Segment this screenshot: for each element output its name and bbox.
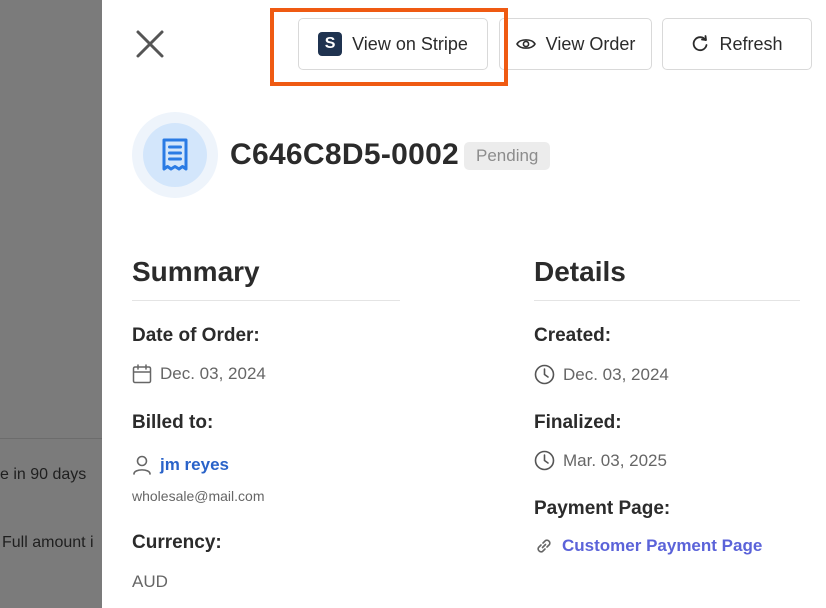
background-text-2: Full amount i (2, 534, 94, 551)
close-icon (136, 30, 164, 58)
payment-page-label: Payment Page: (534, 498, 671, 519)
calendar-icon (132, 364, 152, 384)
background-divider (0, 438, 102, 439)
user-icon (133, 455, 151, 475)
billed-to-email: wholesale@mail.com (132, 488, 265, 504)
customer-payment-page-link[interactable]: Customer Payment Page (562, 536, 762, 556)
stripe-logo-icon: S (318, 32, 343, 56)
receipt-icon (162, 138, 188, 171)
billed-to-name-link[interactable]: jm reyes (160, 455, 229, 475)
view-on-stripe-button[interactable]: S View on Stripe (298, 18, 488, 70)
currency-text: AUD (132, 572, 168, 591)
created-value: Dec. 03, 2024 (534, 364, 669, 385)
details-title: Details (534, 256, 626, 287)
summary-title: Summary (132, 256, 260, 287)
billed-to-value: jm reyes (132, 455, 229, 475)
created-text: Dec. 03, 2024 (563, 364, 669, 384)
created-label: Created: (534, 325, 612, 346)
background-text-1: e in 90 days (0, 466, 87, 483)
date-of-order-text: Dec. 03, 2024 (160, 364, 266, 383)
invoice-id: C646C8D5-0002 (230, 138, 460, 171)
finalized-value: Mar. 03, 2025 (534, 450, 667, 471)
link-icon (537, 539, 551, 553)
date-of-order-label: Date of Order: (132, 325, 260, 346)
refresh-label: Refresh (719, 33, 783, 54)
finalized-label: Finalized: (534, 412, 622, 433)
summary-divider (132, 300, 400, 301)
clock-icon (534, 450, 555, 471)
invoice-drawer: S View on Stripe View Order Refresh C646… (102, 0, 826, 608)
payment-page-value: Customer Payment Page (534, 536, 762, 556)
currency-label: Currency: (132, 532, 222, 553)
close-button[interactable] (132, 26, 168, 62)
view-order-label: View Order (545, 33, 636, 54)
details-divider (534, 300, 800, 301)
refresh-button[interactable]: Refresh (662, 18, 812, 70)
billed-to-label: Billed to: (132, 412, 214, 433)
view-order-button[interactable]: View Order (499, 18, 652, 70)
view-on-stripe-label: View on Stripe (352, 33, 468, 54)
background-overlay[interactable]: e in 90 days Full amount i (0, 0, 102, 608)
finalized-text: Mar. 03, 2025 (563, 450, 667, 470)
invoice-avatar (132, 112, 218, 198)
currency-value: AUD (132, 572, 168, 592)
status-badge: Pending (464, 142, 551, 170)
eye-icon (515, 39, 536, 49)
clock-icon (534, 364, 555, 385)
date-of-order-value: Dec. 03, 2024 (132, 364, 266, 384)
refresh-icon (693, 35, 708, 52)
